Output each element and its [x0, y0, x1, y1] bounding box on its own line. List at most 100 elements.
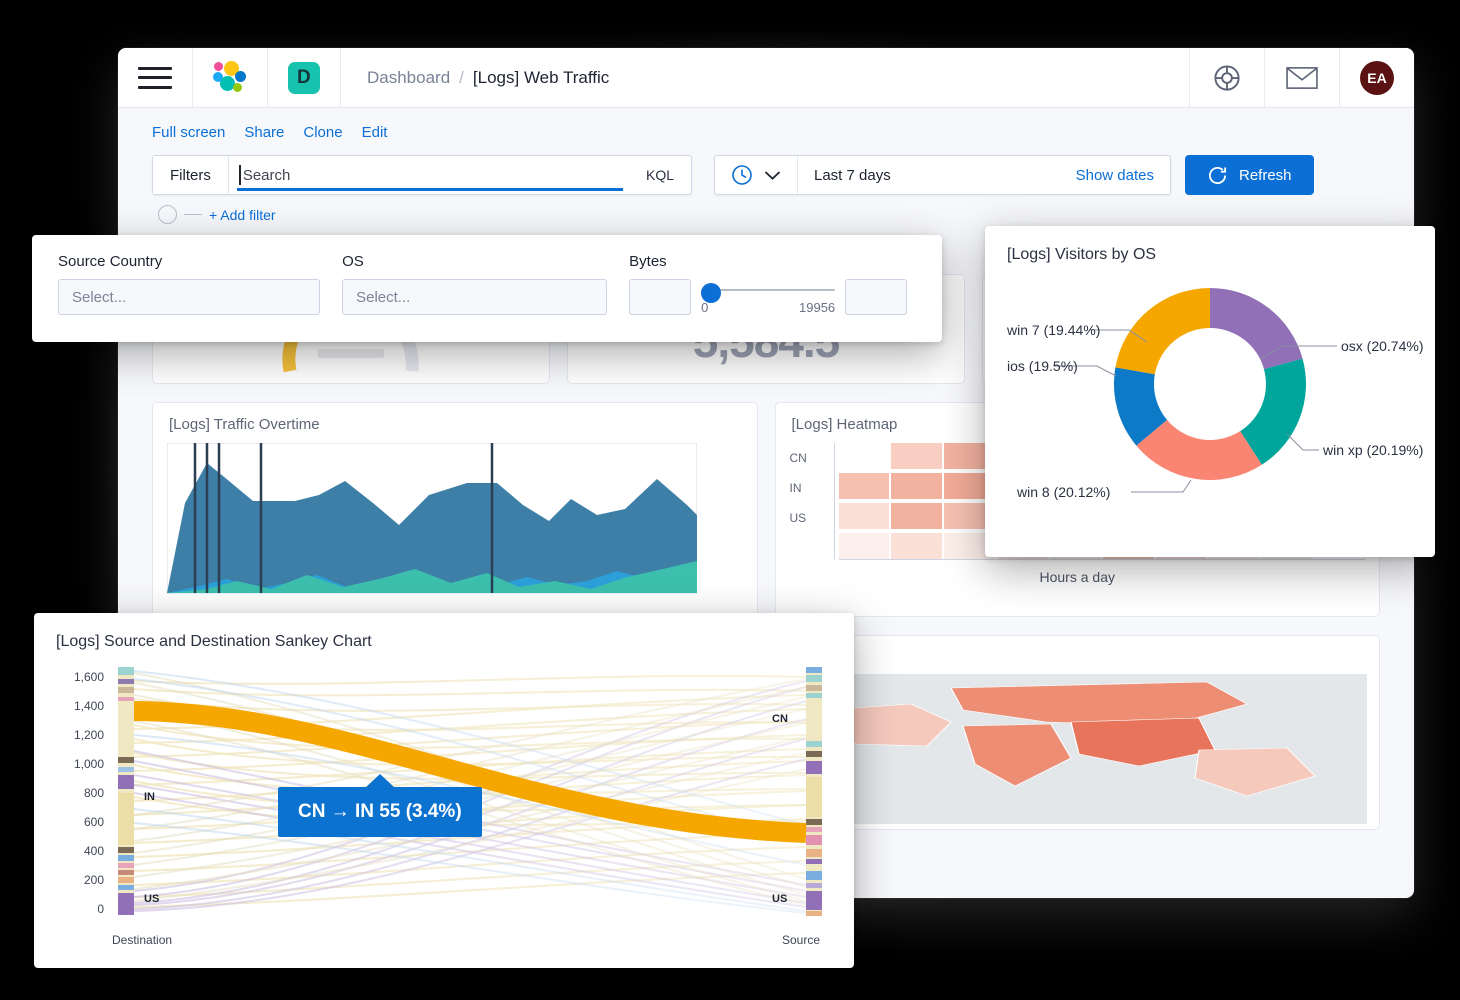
- query-bar-right: Last 7 days Show dates Refresh: [714, 155, 1314, 195]
- space-badge-label: D: [288, 61, 320, 94]
- donut-label-win8: win 8 (20.12%): [1017, 484, 1111, 500]
- sankey-chart-panel: [Logs] Source and Destination Sankey Cha…: [34, 613, 854, 968]
- sankey-destination-nodes: [118, 667, 134, 915]
- sankey-ytick: 1,000: [73, 757, 104, 771]
- breadcrumb-separator: /: [459, 67, 464, 87]
- bytes-slider[interactable]: 0 19956: [701, 279, 836, 315]
- source-country-placeholder: Select...: [72, 288, 127, 306]
- sankey-ytick: 1,200: [73, 728, 104, 742]
- donut-chart[interactable]: osx (20.74%) win xp (20.19%) win 8 (20.1…: [1007, 264, 1423, 514]
- donut-label-win7: win 7 (19.44%): [1007, 322, 1101, 338]
- filter-fields-row: Source Country Select... OS Select... By…: [58, 253, 916, 315]
- bytes-field: Bytes 0 19956: [629, 253, 916, 315]
- clock-icon: [732, 165, 752, 185]
- source-country-label: Source Country: [58, 253, 163, 270]
- sankey-left-axis-caption: Destination: [112, 933, 173, 947]
- refresh-icon: [1208, 166, 1227, 184]
- share-link[interactable]: Share: [244, 124, 284, 141]
- quick-select-button[interactable]: [715, 156, 798, 194]
- bytes-min-input[interactable]: [629, 279, 692, 315]
- sankey-ytick: 200: [83, 873, 104, 887]
- breadcrumb-dashboard-link[interactable]: Dashboard: [367, 68, 450, 88]
- envelope-icon: [1286, 66, 1318, 89]
- show-dates-link[interactable]: Show dates: [1076, 167, 1154, 184]
- chevron-down-icon: [764, 170, 781, 180]
- sankey-right-axis-caption: Source: [781, 933, 820, 947]
- date-range-display[interactable]: Last 7 days Show dates: [798, 156, 1170, 194]
- gauge-sub-placeholder: [318, 349, 384, 358]
- sankey-ytick: 1,400: [73, 699, 104, 713]
- donut-chart-svg: [1053, 288, 1337, 493]
- visitors-by-os-panel: [Logs] Visitors by OS osx (20.74%) win x…: [985, 226, 1435, 557]
- help-button[interactable]: [1189, 48, 1264, 107]
- visitors-by-os-title: [Logs] Visitors by OS: [1007, 246, 1157, 263]
- mail-button[interactable]: [1264, 48, 1339, 107]
- source-country-field: Source Country Select...: [58, 253, 321, 315]
- search-focus-underline: [236, 188, 623, 191]
- refresh-button[interactable]: Refresh: [1185, 155, 1314, 195]
- sankey-ytick: 800: [83, 786, 104, 800]
- sankey-tooltip: CN → IN 55 (3.4%): [278, 787, 482, 837]
- lifebuoy-help-icon: [1214, 64, 1240, 91]
- os-select[interactable]: Select...: [342, 279, 608, 315]
- sankey-node-label-us-left: US: [144, 893, 160, 905]
- filter-connector-line: [184, 214, 202, 215]
- os-label: OS: [342, 253, 364, 270]
- top-nav-actions: EA: [1189, 48, 1414, 107]
- sankey-chart-title: [Logs] Source and Destination Sankey Cha…: [56, 633, 372, 650]
- elastic-logo-icon: [213, 60, 247, 95]
- search-field-wrapper[interactable]: [229, 156, 629, 194]
- heatmap-row-label: US: [789, 511, 807, 525]
- bytes-label: Bytes: [629, 253, 667, 270]
- traffic-overtime-panel[interactable]: [Logs] Traffic Overtime: [152, 402, 758, 617]
- query-bar-left: Filters KQL + Add filter: [152, 155, 692, 224]
- sankey-plot-area[interactable]: 0 200 400 600 800 1,000 1,200 1,400 1,60…: [74, 665, 822, 947]
- search-input[interactable]: [242, 166, 619, 184]
- screenshot-stage: D Dashboard / [Logs] Web Traffic EA Full…: [0, 0, 1460, 1000]
- bytes-slider-minmax: 0 19956: [701, 291, 835, 315]
- donut-slice-osx: [1210, 288, 1303, 370]
- donut-label-ios: ios (19.5%): [1007, 358, 1078, 374]
- clone-link[interactable]: Clone: [303, 124, 342, 141]
- donut-slice-win7: [1115, 288, 1210, 375]
- top-nav-bar: D Dashboard / [Logs] Web Traffic EA: [118, 48, 1414, 108]
- menu-button[interactable]: [118, 48, 193, 107]
- donut-label-osx: osx (20.74%): [1341, 338, 1424, 354]
- date-range-label: Last 7 days: [814, 166, 891, 184]
- donut-label-winxp: win xp (20.19%): [1323, 442, 1424, 458]
- text-cursor: [238, 165, 241, 185]
- os-field: OS Select...: [342, 253, 608, 315]
- kql-toggle-button[interactable]: KQL: [629, 156, 691, 194]
- filter-pill-placeholder-icon: [158, 205, 177, 224]
- heatmap-row-label: IN: [789, 481, 802, 495]
- full-screen-link[interactable]: Full screen: [152, 124, 225, 141]
- filter-panel-overlay: Source Country Select... OS Select... By…: [32, 235, 942, 342]
- user-avatar-button[interactable]: EA: [1339, 48, 1414, 107]
- query-bar: Filters KQL + Add filter: [118, 145, 1414, 224]
- traffic-overtime-chart: [166, 442, 698, 594]
- sankey-node-label-cn: CN: [772, 713, 788, 725]
- search-row: Filters KQL: [152, 155, 692, 195]
- heatmap-row-label: CN: [789, 451, 807, 465]
- elastic-logo-button[interactable]: [193, 48, 268, 107]
- breadcrumb: Dashboard / [Logs] Web Traffic: [341, 48, 1189, 107]
- sankey-node-label-us-right: US: [772, 893, 788, 905]
- filters-button[interactable]: Filters: [153, 156, 229, 194]
- dashboard-action-links: Full screen Share Clone Edit: [118, 108, 1414, 145]
- date-picker: Last 7 days Show dates: [714, 155, 1171, 195]
- space-selector-button[interactable]: D: [268, 48, 341, 107]
- add-filter-link[interactable]: + Add filter: [209, 207, 276, 223]
- hamburger-menu-icon[interactable]: [138, 66, 172, 89]
- sankey-node-label-in: IN: [144, 791, 155, 803]
- source-country-select[interactable]: Select...: [58, 279, 321, 315]
- breadcrumb-current-title: [Logs] Web Traffic: [472, 67, 610, 87]
- refresh-label: Refresh: [1239, 166, 1292, 184]
- sankey-ytick: 0: [97, 902, 104, 916]
- heatmap-x-axis-label: Hours a day: [1039, 569, 1115, 585]
- heatmap-row-labels: CN IN US: [790, 443, 834, 560]
- os-placeholder: Select...: [356, 288, 411, 306]
- sankey-ytick: 400: [83, 844, 104, 858]
- bytes-max-label: 19956: [799, 300, 836, 315]
- bytes-max-input[interactable]: [845, 279, 908, 315]
- edit-link[interactable]: Edit: [362, 124, 388, 141]
